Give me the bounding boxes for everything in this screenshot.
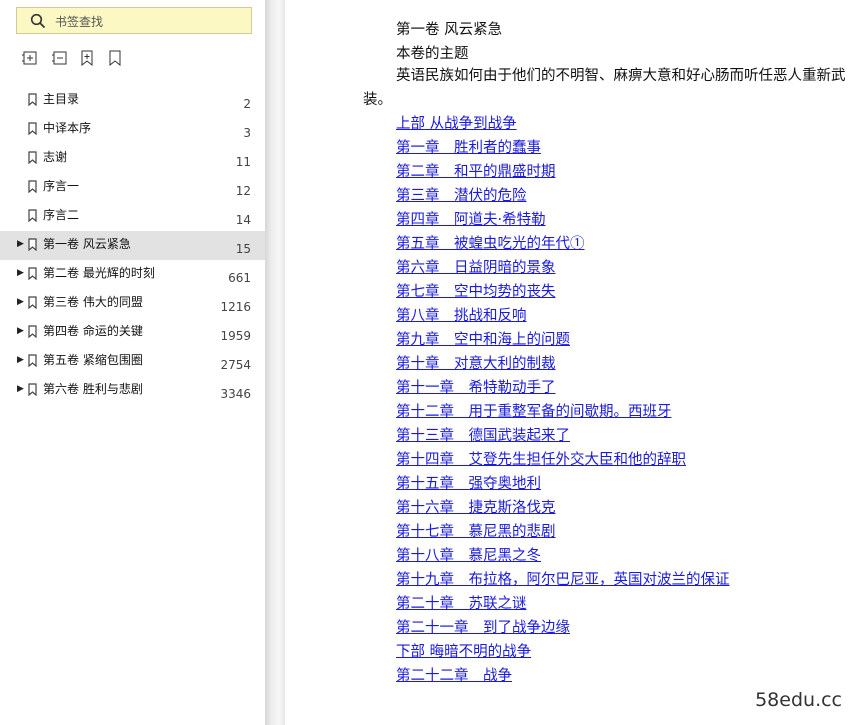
bookmark-page-number: 3346 [220, 387, 251, 401]
chapter-link[interactable]: 下部 晦暗不明的战争 [396, 640, 531, 661]
chapter-link[interactable]: 上部 从战争到战争 [396, 112, 517, 133]
bookmark-page-number: 1216 [220, 300, 251, 314]
expand-arrow-icon[interactable]: ▶ [17, 384, 24, 394]
bookmark-page-number: 11 [235, 155, 251, 169]
bookmark-item[interactable]: ▶ 第三卷 伟大的同盟 1216 [0, 289, 265, 318]
bookmark-label: 第四卷 命运的关键 [43, 324, 143, 338]
bookmark-label: 第六卷 胜利与悲剧 [43, 382, 143, 396]
bookmark-item[interactable]: ▶ 第五卷 紧缩包围圈 2754 [0, 347, 265, 376]
collapse-all-icon[interactable] [52, 50, 68, 70]
bookmark-page-number: 15 [235, 242, 251, 256]
chapter-link[interactable]: 第六章 日益阴暗的景象 [396, 256, 556, 277]
chapter-link[interactable]: 第二十二章 战争 [396, 664, 512, 685]
volume-title: 第一卷 风云紧急 [396, 22, 503, 38]
bookmark-page-number: 2 [243, 97, 251, 111]
panel-splitter[interactable] [265, 0, 285, 725]
chapter-link[interactable]: 第七章 空中均势的丧失 [396, 280, 556, 301]
chapter-link[interactable]: 第九章 空中和海上的问题 [396, 328, 570, 349]
watermark: 58edu.cc [755, 689, 842, 711]
bookmark-label: 序言二 [43, 208, 80, 222]
bookmark-page-number: 14 [235, 213, 251, 227]
chapter-link[interactable]: 第四章 阿道夫·希特勒 [396, 208, 546, 229]
bookmark-item[interactable]: 序言二 14 [0, 202, 265, 231]
bookmark-icon [28, 265, 37, 284]
theme-heading: 本卷的主题 [396, 46, 469, 62]
expand-all-icon[interactable] [22, 50, 38, 70]
bookmark-item[interactable]: ▶ 第六卷 胜利与悲剧 3346 [0, 376, 265, 405]
chapter-link[interactable]: 第十四章 艾登先生担任外交大臣和他的辞职 [396, 448, 686, 469]
chapter-link[interactable]: 第二十一章 到了战争边缘 [396, 616, 570, 637]
search-icon [30, 13, 46, 33]
bookmark-icon [28, 323, 37, 342]
expand-arrow-icon[interactable]: ▶ [17, 297, 24, 307]
chapter-link[interactable]: 第一章 胜利者的蠢事 [396, 136, 541, 157]
bookmark-item[interactable]: ▶ 第四卷 命运的关键 1959 [0, 318, 265, 347]
bookmark-label: 中译本序 [43, 121, 92, 135]
bookmark-icon [28, 207, 37, 226]
bookmark-label: 主目录 [43, 92, 80, 106]
bookmark-item[interactable]: 中译本序 3 [0, 115, 265, 144]
search-placeholder: 书签查找 [55, 15, 104, 29]
chapter-link[interactable]: 第三章 潜伏的危险 [396, 184, 527, 205]
bookmark-label: 序言一 [43, 179, 80, 193]
chapter-link[interactable]: 第二十章 苏联之谜 [396, 592, 527, 613]
add-bookmark-icon[interactable] [80, 50, 94, 70]
bookmark-label: 志谢 [43, 150, 68, 164]
bookmark-icon[interactable] [108, 50, 122, 70]
bookmark-icon [28, 149, 37, 168]
bookmark-icon [28, 352, 37, 371]
chapter-link[interactable]: 第八章 挑战和反响 [396, 304, 527, 325]
expand-arrow-icon[interactable]: ▶ [17, 355, 24, 365]
expand-arrow-icon[interactable]: ▶ [17, 268, 24, 278]
bookmark-icon [28, 294, 37, 313]
chapter-link[interactable]: 第十八章 慕尼黑之冬 [396, 544, 541, 565]
chapter-link[interactable]: 第十五章 强夺奥地利 [396, 472, 541, 493]
bookmark-icon [28, 381, 37, 400]
bookmark-icon [28, 236, 37, 255]
bookmark-item[interactable]: 序言一 12 [0, 173, 265, 202]
bookmark-page-number: 661 [228, 271, 251, 285]
bookmark-item[interactable]: 主目录 2 [0, 86, 265, 115]
expand-arrow-icon[interactable]: ▶ [17, 239, 24, 249]
expand-arrow-icon[interactable]: ▶ [17, 326, 24, 336]
chapter-link[interactable]: 第十三章 德国武装起来了 [396, 424, 570, 445]
bookmark-item[interactable]: ▶ 第二卷 最光辉的时刻 661 [0, 260, 265, 289]
bookmark-icon [28, 91, 37, 110]
bookmark-panel: 书签查找 主目录 2 中译本序 3 志谢 11 序言一 12 序言二 14 ▶ 第一卷 风云紧急 15 ▶… [0, 0, 265, 725]
document-page: 第一卷 风云紧急 本卷的主题 英语民族如何由于他们的不明智、麻痹大意和好心肠而听… [285, 0, 856, 725]
chapter-link[interactable]: 第十章 对意大利的制裁 [396, 352, 556, 373]
chapter-link[interactable]: 第十二章 用于重整军备的间歇期。西班牙 [396, 400, 672, 421]
bookmark-label: 第二卷 最光辉的时刻 [43, 266, 155, 280]
bookmark-label: 第五卷 紧缩包围圈 [43, 353, 143, 367]
chapter-link[interactable]: 第十六章 捷克斯洛伐克 [396, 496, 556, 517]
bookmark-page-number: 1959 [220, 329, 251, 343]
bookmark-search-box[interactable]: 书签查找 [16, 7, 252, 34]
bookmark-page-number: 3 [243, 126, 251, 140]
bookmark-item[interactable]: 志谢 11 [0, 144, 265, 173]
bookmark-icon [28, 178, 37, 197]
bookmark-label: 第一卷 风云紧急 [43, 237, 131, 251]
chapter-link[interactable]: 第十一章 希特勒动手了 [396, 376, 556, 397]
bookmark-icon [28, 120, 37, 139]
chapter-link[interactable]: 第十七章 慕尼黑的悲剧 [396, 520, 556, 541]
bookmark-list: 主目录 2 中译本序 3 志谢 11 序言一 12 序言二 14 ▶ 第一卷 风云紧急 15 ▶ 第二卷 最… [0, 86, 265, 405]
bookmark-page-number: 12 [235, 184, 251, 198]
theme-paragraph: 英语民族如何由于他们的不明智、麻痹大意和好心肠而听任恶人重新武装。 [363, 68, 846, 108]
chapter-link[interactable]: 第二章 和平的鼎盛时期 [396, 160, 556, 181]
bookmark-label: 第三卷 伟大的同盟 [43, 295, 143, 309]
chapter-link[interactable]: 第十九章 布拉格，阿尔巴尼亚，英国对波兰的保证 [396, 568, 730, 589]
bookmark-item[interactable]: ▶ 第一卷 风云紧急 15 [0, 231, 265, 260]
bookmark-page-number: 2754 [220, 358, 251, 372]
chapter-link[interactable]: 第五章 被蝗虫吃光的年代① [396, 232, 585, 253]
